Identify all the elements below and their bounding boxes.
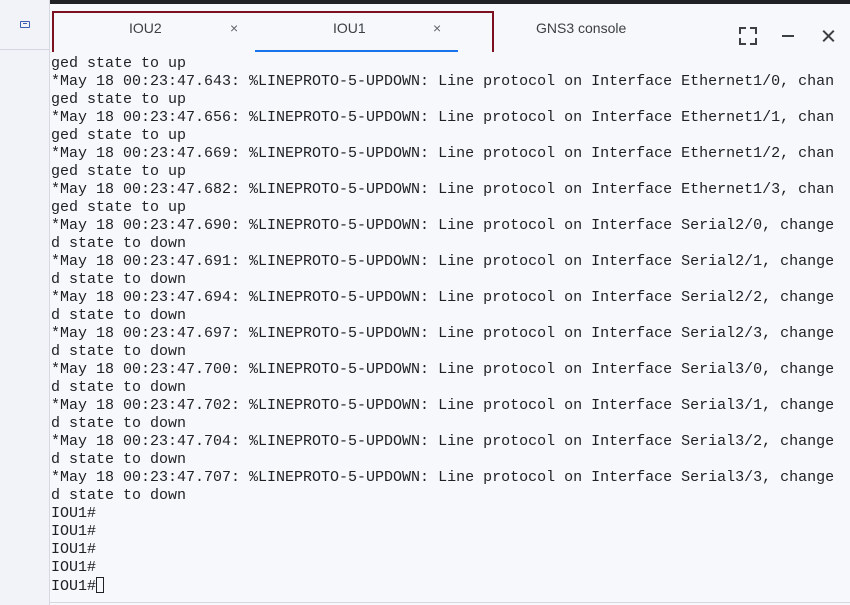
terminal-line: *May 18 00:23:47.682: %LINEPROTO-5-UPDOW… (51, 181, 835, 198)
terminal-prompt: IOU1# (51, 578, 97, 595)
terminal-line: d state to down (51, 451, 187, 468)
terminal-line: d state to down (51, 487, 187, 504)
terminal-line: d state to down (51, 235, 187, 252)
terminal-text: ged state to up *May 18 00:23:47.643: %LI… (51, 55, 841, 596)
terminal-output[interactable]: ged state to up *May 18 00:23:47.643: %LI… (51, 52, 841, 602)
terminal-line: *May 18 00:23:47.669: %LINEPROTO-5-UPDOW… (51, 145, 835, 162)
sidebar (0, 0, 50, 605)
terminal-line: *May 18 00:23:47.707: %LINEPROTO-5-UPDOW… (51, 469, 835, 486)
tab-label: IOU1 (333, 20, 366, 36)
close-icon[interactable]: × (433, 21, 441, 35)
terminal-line: ged state to up (51, 163, 187, 180)
bottom-border (50, 602, 850, 603)
terminal-cursor (96, 577, 105, 593)
tab-iou2[interactable]: IOU2 × (50, 4, 255, 52)
terminal-line: *May 18 00:23:47.697: %LINEPROTO-5-UPDOW… (51, 325, 835, 342)
tab-iou1[interactable]: IOU1 × (255, 4, 458, 52)
terminal-line: IOU1# (51, 505, 97, 522)
terminal-line: d state to down (51, 379, 187, 396)
terminal-line: IOU1# (51, 541, 97, 558)
terminal-line: IOU1# (51, 559, 97, 576)
terminal-line: d state to down (51, 415, 187, 432)
terminal-line: *May 18 00:23:47.656: %LINEPROTO-5-UPDOW… (51, 109, 835, 126)
terminal-line: *May 18 00:23:47.704: %LINEPROTO-5-UPDOW… (51, 433, 835, 450)
terminal-line: *May 18 00:23:47.702: %LINEPROTO-5-UPDOW… (51, 397, 835, 414)
tab-label: IOU2 (129, 20, 162, 36)
terminal-line: *May 18 00:23:47.691: %LINEPROTO-5-UPDOW… (51, 253, 835, 270)
terminal-line: ged state to up (51, 55, 187, 72)
terminal-line: *May 18 00:23:47.700: %LINEPROTO-5-UPDOW… (51, 361, 835, 378)
fullscreen-icon[interactable] (738, 26, 758, 46)
terminal-prompt-line[interactable]: IOU1# (51, 577, 841, 596)
terminal-icon[interactable] (20, 21, 30, 28)
terminal-line: ged state to up (51, 199, 187, 216)
minimize-icon[interactable] (778, 26, 798, 46)
terminal-line: *May 18 00:23:47.643: %LINEPROTO-5-UPDOW… (51, 73, 835, 90)
terminal-line: d state to down (51, 307, 187, 324)
tab-bar: IOU2 × IOU1 × GNS3 console (50, 4, 690, 53)
terminal-line: d state to down (51, 343, 187, 360)
close-icon[interactable]: × (230, 21, 238, 35)
tab-label: GNS3 console (536, 20, 627, 36)
terminal-line: ged state to up (51, 91, 187, 108)
terminal-line: *May 18 00:23:47.690: %LINEPROTO-5-UPDOW… (51, 217, 835, 234)
close-window-icon[interactable] (818, 26, 838, 46)
terminal-line: d state to down (51, 271, 187, 288)
sidebar-divider (0, 49, 49, 50)
tab-gns3-console[interactable]: GNS3 console (458, 4, 690, 52)
terminal-line: *May 18 00:23:47.694: %LINEPROTO-5-UPDOW… (51, 289, 835, 306)
terminal-line: IOU1# (51, 523, 97, 540)
terminal-line: ged state to up (51, 127, 187, 144)
top-edge-bump (60, 0, 310, 3)
